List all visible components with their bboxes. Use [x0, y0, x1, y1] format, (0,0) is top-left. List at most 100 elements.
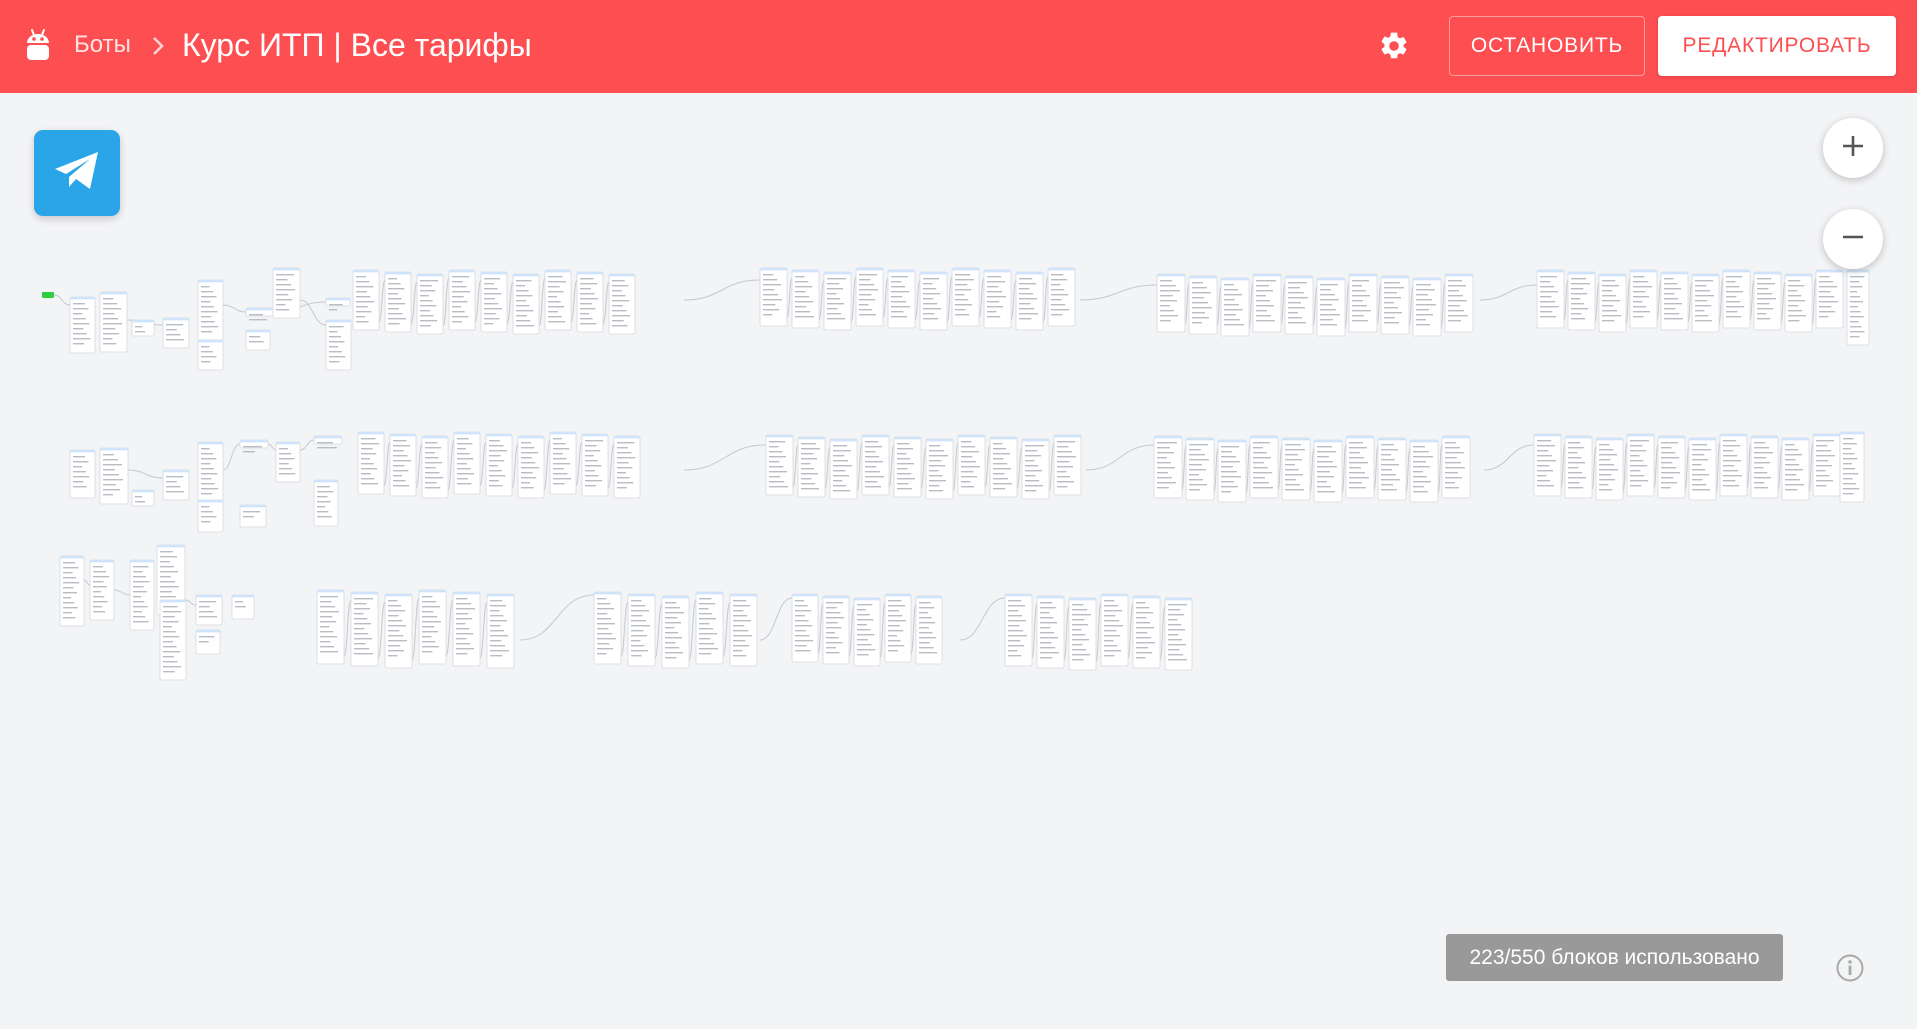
flow-block[interactable]	[1409, 439, 1439, 503]
flow-block[interactable]	[822, 595, 850, 665]
flow-block[interactable]	[69, 296, 96, 354]
flow-block[interactable]	[325, 319, 352, 371]
flow-block[interactable]	[1657, 435, 1686, 499]
flow-block[interactable]	[1156, 273, 1186, 333]
flow-block[interactable]	[855, 267, 884, 327]
edit-button[interactable]: РЕДАКТИРОВАТЬ	[1658, 16, 1896, 76]
flow-block[interactable]	[239, 504, 267, 528]
flow-block[interactable]	[613, 435, 641, 499]
flow-block[interactable]	[1036, 595, 1065, 669]
flow-block[interactable]	[989, 436, 1018, 498]
flow-block[interactable]	[357, 431, 385, 495]
flow-block[interactable]	[99, 291, 128, 353]
flow-block[interactable]	[453, 431, 481, 495]
flow-block[interactable]	[162, 317, 190, 349]
flow-block[interactable]	[797, 436, 826, 498]
flow-block[interactable]	[1188, 275, 1218, 335]
flow-block[interactable]	[384, 271, 412, 333]
flow-block[interactable]	[1536, 269, 1565, 329]
flow-block[interactable]	[593, 591, 622, 665]
flow-block[interactable]	[1316, 277, 1346, 337]
flow-block[interactable]	[759, 267, 788, 327]
flow-block[interactable]	[823, 271, 852, 331]
flow-block[interactable]	[1722, 269, 1751, 329]
flow-block[interactable]	[272, 267, 301, 319]
flow-block[interactable]	[1068, 597, 1097, 671]
flow-block[interactable]	[1132, 595, 1161, 669]
flow-block[interactable]	[1380, 275, 1410, 335]
flow-block[interactable]	[486, 593, 515, 669]
flow-block[interactable]	[1564, 435, 1593, 499]
flow-block[interactable]	[1217, 439, 1247, 503]
flow-block[interactable]	[544, 269, 572, 331]
flow-block[interactable]	[418, 589, 447, 665]
flow-block[interactable]	[197, 279, 224, 341]
flow-block[interactable]	[197, 339, 224, 371]
flow-block[interactable]	[195, 594, 223, 626]
flow-block[interactable]	[1781, 437, 1810, 501]
flow-block[interactable]	[512, 273, 540, 335]
flow-block[interactable]	[1377, 437, 1407, 501]
flow-block[interactable]	[99, 447, 129, 505]
flow-block[interactable]	[1164, 597, 1193, 671]
flow-block[interactable]	[627, 593, 656, 667]
flow-block[interactable]	[275, 441, 301, 483]
flow-block[interactable]	[1313, 439, 1343, 503]
flow-block[interactable]	[919, 271, 948, 331]
flow-block[interactable]	[1281, 437, 1311, 501]
flow-block[interactable]	[131, 489, 155, 507]
flow-block[interactable]	[581, 433, 609, 497]
flow-block[interactable]	[957, 434, 986, 496]
flow-block[interactable]	[89, 559, 115, 621]
flow-block[interactable]	[1626, 433, 1655, 497]
flow-block[interactable]	[1249, 435, 1279, 499]
flow-block[interactable]	[245, 329, 271, 351]
flow-block[interactable]	[452, 591, 481, 667]
flow-block[interactable]	[1815, 269, 1844, 329]
flow-block[interactable]	[448, 269, 476, 331]
flow-block[interactable]	[791, 269, 820, 329]
telegram-platform-badge[interactable]	[34, 130, 120, 216]
flow-block[interactable]	[1252, 273, 1282, 333]
flow-block[interactable]	[313, 479, 339, 527]
flow-block[interactable]	[197, 499, 224, 533]
flow-block[interactable]	[313, 435, 343, 449]
flow-block[interactable]	[1348, 273, 1378, 333]
flow-block[interactable]	[1660, 271, 1689, 331]
flow-block[interactable]	[129, 559, 155, 631]
flow-block[interactable]	[1444, 273, 1474, 333]
flow-block[interactable]	[887, 269, 916, 329]
flow-block[interactable]	[1441, 435, 1471, 499]
flow-block[interactable]	[1595, 437, 1624, 501]
flow-block[interactable]	[231, 594, 255, 620]
flow-block[interactable]	[1839, 431, 1865, 503]
flow-block[interactable]	[1412, 277, 1442, 337]
flow-block[interactable]	[1220, 277, 1250, 337]
flow-block[interactable]	[1719, 433, 1748, 497]
flow-block[interactable]	[384, 593, 413, 669]
flow-block[interactable]	[576, 271, 604, 333]
flow-block[interactable]	[197, 441, 224, 503]
flow-block[interactable]	[1750, 435, 1779, 499]
flow-block[interactable]	[549, 431, 577, 495]
android-robot-icon[interactable]	[25, 28, 51, 64]
start-node[interactable]	[42, 292, 54, 298]
flow-block[interactable]	[59, 555, 85, 627]
flow-block[interactable]	[485, 433, 513, 497]
flow-block[interactable]	[661, 595, 690, 669]
stop-button[interactable]: ОСТАНОВИТЬ	[1449, 16, 1645, 76]
flow-block[interactable]	[162, 469, 190, 501]
flow-block[interactable]	[480, 271, 508, 333]
flow-block[interactable]	[1688, 437, 1717, 501]
breadcrumb-bots-link[interactable]: Боты	[74, 31, 131, 59]
flow-block[interactable]	[1153, 435, 1183, 499]
flow-block[interactable]	[195, 629, 221, 655]
flow-block[interactable]	[925, 438, 954, 500]
flow-block[interactable]	[1753, 271, 1782, 331]
flow-block[interactable]	[1784, 273, 1813, 333]
flow-block[interactable]	[1846, 269, 1870, 346]
flow-block[interactable]	[389, 433, 417, 497]
flow-block[interactable]	[1629, 269, 1658, 329]
flow-block[interactable]	[1533, 433, 1562, 497]
flow-block[interactable]	[1100, 593, 1129, 667]
